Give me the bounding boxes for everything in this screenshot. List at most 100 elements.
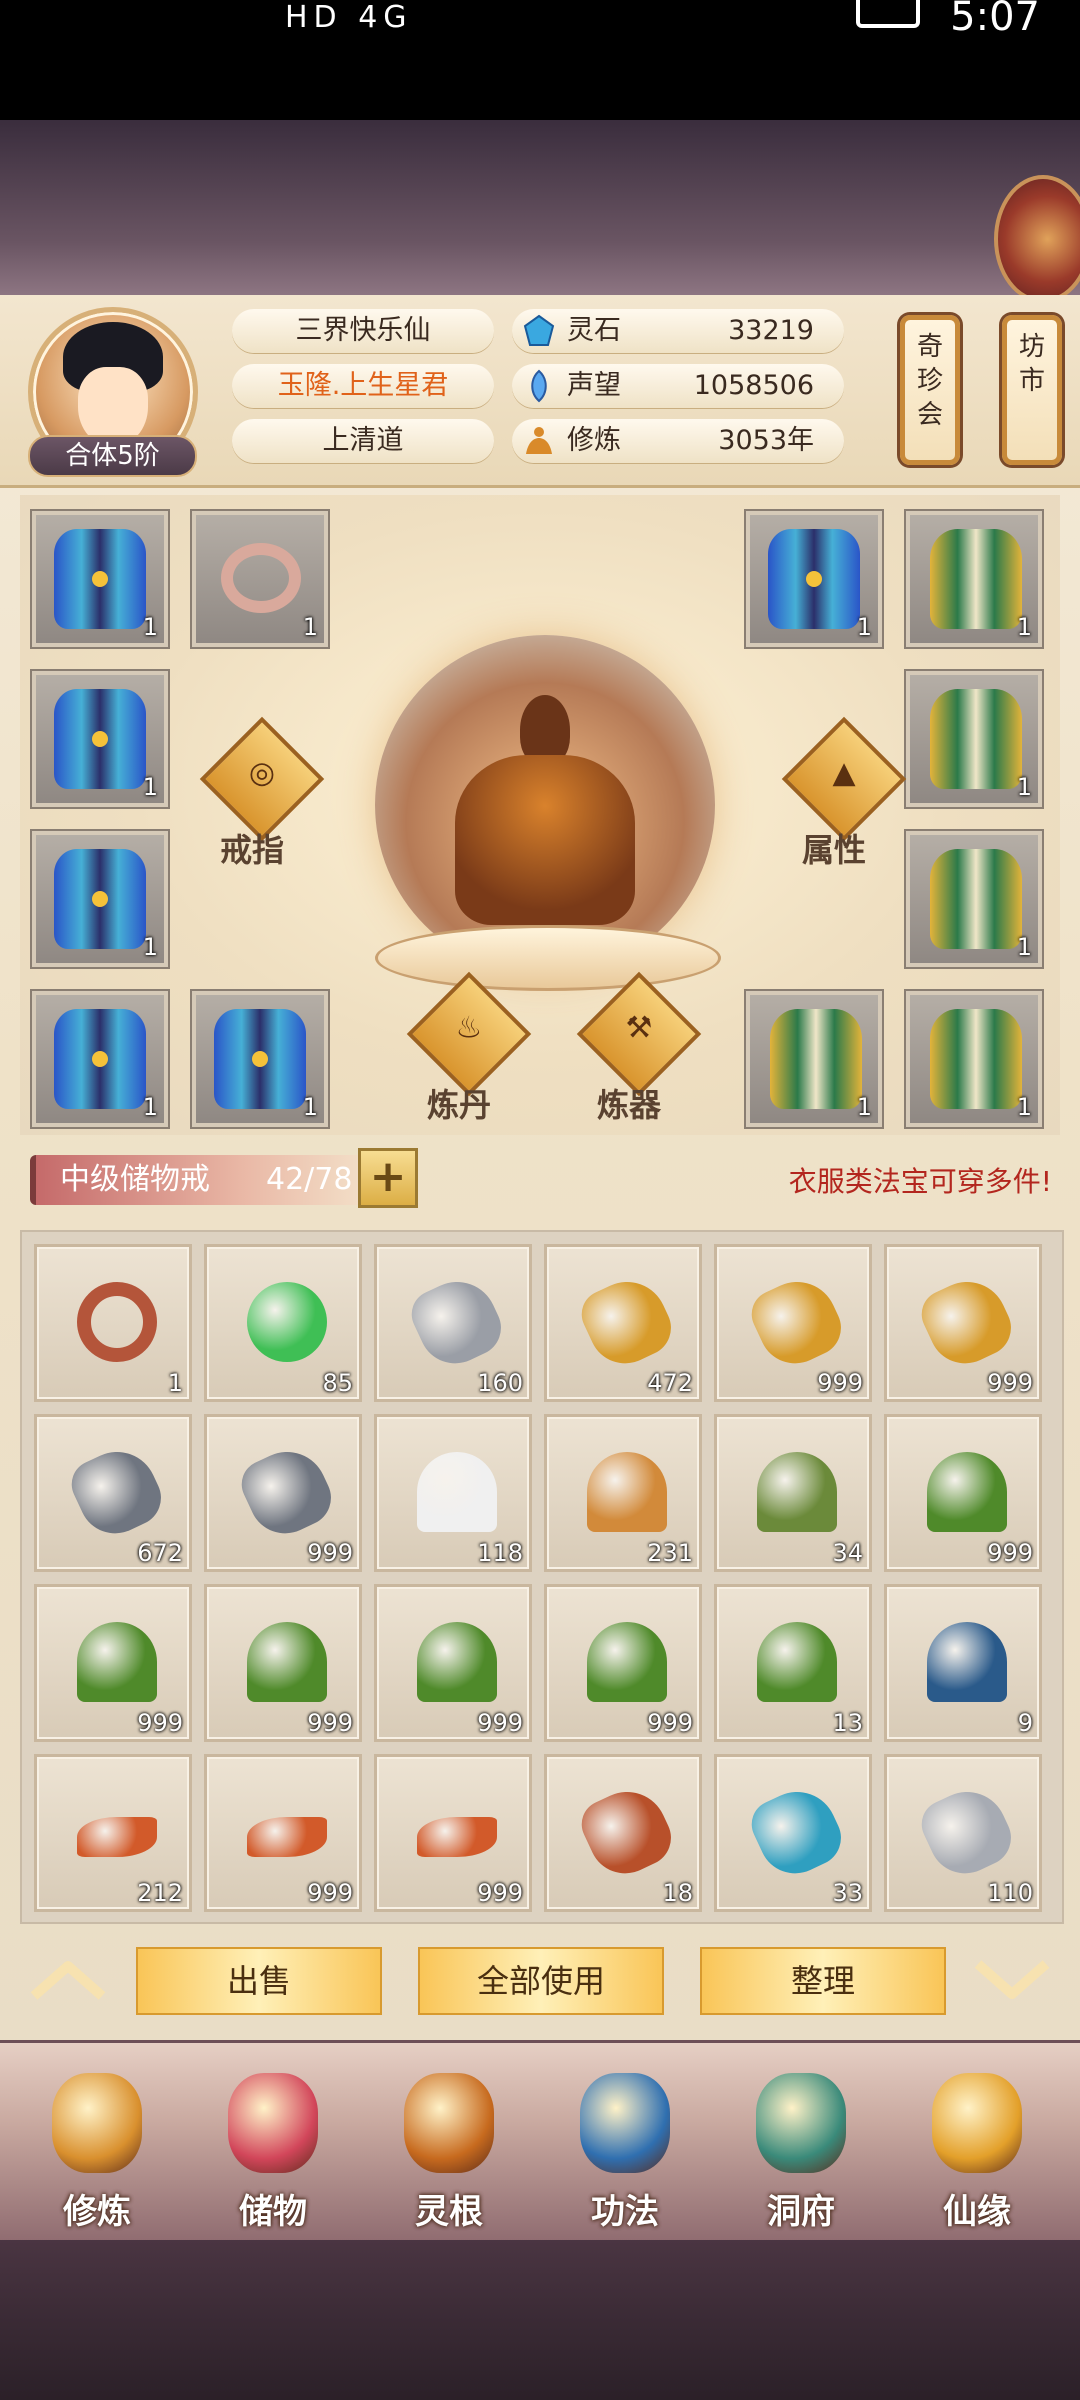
inventory-slot[interactable]: 672 (34, 1414, 192, 1572)
gold-ore-icon (743, 1268, 851, 1376)
storage-panel: 合体5阶 三界快乐仙 玉隆.上生星君 上清道 灵石 33219 声望 10585… (0, 295, 1080, 2220)
red-herb-icon (247, 1622, 327, 1702)
inventory-slot[interactable]: 9 (884, 1584, 1042, 1742)
spirit-stone-row: 灵石 33219 (512, 309, 844, 353)
inventory-slot[interactable]: 999 (34, 1584, 192, 1742)
inventory-slot[interactable]: 18 (544, 1754, 702, 1912)
item-count: 1 (1016, 773, 1032, 801)
equip-slot[interactable]: 1 (906, 991, 1042, 1127)
inventory-slot[interactable]: 999 (714, 1244, 872, 1402)
scroll-up-arrow-icon[interactable] (28, 1960, 108, 2000)
inventory-slot[interactable]: 999 (544, 1584, 702, 1742)
treasure-chest-icon[interactable] (994, 175, 1080, 303)
inventory-slot[interactable]: 999 (204, 1414, 362, 1572)
expand-storage-button[interactable]: + (358, 1148, 418, 1208)
item-count: 999 (647, 1709, 693, 1737)
player-sect: 上清道 (232, 419, 494, 463)
equip-slot[interactable]: 1 (746, 991, 882, 1127)
market-button[interactable]: 坊市 (1002, 315, 1062, 465)
storage-ring-bar: 中级储物戒 42/78 (30, 1155, 376, 1205)
alchemy-button[interactable]: ♨ 炼丹 (405, 971, 532, 1124)
item-count: 1 (142, 1093, 158, 1121)
inventory-slot[interactable]: 118 (374, 1414, 532, 1572)
inventory-slot[interactable]: 34 (714, 1414, 872, 1572)
use-all-button[interactable]: 全部使用 (418, 1947, 664, 2015)
item-count: 999 (987, 1539, 1033, 1567)
iron-ore-icon (233, 1438, 341, 1546)
equip-slot[interactable]: 1 (746, 511, 882, 647)
item-count: 160 (477, 1369, 523, 1397)
gold-ore-icon (913, 1268, 1021, 1376)
nav-label: 洞府 (767, 2192, 835, 2232)
nav-item[interactable]: 功法 (550, 2063, 700, 2233)
nav-item[interactable]: 洞府 (726, 2063, 876, 2233)
nav-label: 储物 (239, 2192, 307, 2232)
inventory-slot[interactable]: 33 (714, 1754, 872, 1912)
inventory-slot[interactable]: 999 (374, 1754, 532, 1912)
treasure-market-button[interactable]: 奇珍会 (900, 315, 960, 465)
sort-button[interactable]: 整理 (700, 1947, 946, 2015)
profile-header: 合体5阶 三界快乐仙 玉隆.上生星君 上清道 灵石 33219 声望 10585… (0, 295, 1080, 488)
inventory-slot[interactable]: 85 (204, 1244, 362, 1402)
storage-ring-name: 中级储物戒 (60, 1162, 210, 1197)
item-count: 1 (302, 1093, 318, 1121)
item-count: 18 (662, 1879, 693, 1907)
fortune-icon (932, 2073, 1022, 2173)
item-count: 999 (307, 1709, 353, 1737)
inventory-slot[interactable]: 212 (34, 1754, 192, 1912)
red-herb-icon (417, 1622, 497, 1702)
reputation-icon (531, 369, 547, 403)
spirit-stone-icon (523, 314, 555, 346)
item-count: 999 (307, 1539, 353, 1567)
red-herb-icon (587, 1622, 667, 1702)
item-count: 1 (1016, 613, 1032, 641)
cultivation-value: 3053年 (718, 425, 814, 456)
equip-slot[interactable]: 1 (32, 671, 168, 807)
robe-icon (214, 1009, 306, 1109)
nav-item[interactable]: 仙缘 (902, 2063, 1052, 2233)
cauldron-icon: ♨ (455, 1010, 483, 1046)
inventory-slot[interactable]: 472 (544, 1244, 702, 1402)
nav-item[interactable]: 灵根 (374, 2063, 524, 2233)
cave-dwelling-icon (756, 2073, 846, 2173)
equip-slot[interactable]: 1 (906, 511, 1042, 647)
item-count: 999 (307, 1879, 353, 1907)
nav-label: 仙缘 (943, 2192, 1011, 2232)
inventory-slot[interactable]: 999 (204, 1754, 362, 1912)
silver-ore-icon (403, 1268, 511, 1376)
equip-slot[interactable]: 1 (906, 671, 1042, 807)
cultivation-row: 修炼 3053年 (512, 419, 844, 463)
inventory-slot[interactable]: 160 (374, 1244, 532, 1402)
inventory-slot[interactable]: 999 (884, 1414, 1042, 1572)
meditation-icon (526, 427, 552, 454)
ring-small-icon: ◎ (248, 755, 276, 791)
item-count: 34 (832, 1539, 863, 1567)
nav-label: 功法 (591, 2192, 659, 2232)
inventory-slot[interactable]: 999 (884, 1244, 1042, 1402)
equip-slot[interactable]: 1 (32, 831, 168, 967)
equip-slot[interactable]: 1 (192, 511, 328, 647)
attributes-button[interactable]: ▲ 属性 (780, 716, 907, 869)
nav-item[interactable]: 修炼 (22, 2063, 172, 2233)
inventory-slot[interactable]: 1 (34, 1244, 192, 1402)
inventory-slot[interactable]: 999 (204, 1584, 362, 1742)
inventory-slot[interactable]: 999 (374, 1584, 532, 1742)
equip-slot[interactable]: 1 (32, 991, 168, 1127)
ring-label: 戒指 (220, 831, 285, 869)
forging-button[interactable]: ⚒ 炼器 (575, 971, 702, 1124)
item-count: 472 (647, 1369, 693, 1397)
ring-button[interactable]: ◎ 戒指 (198, 716, 325, 869)
equip-slot[interactable]: 1 (32, 511, 168, 647)
inventory-slot[interactable]: 110 (884, 1754, 1042, 1912)
equip-slot[interactable]: 1 (906, 831, 1042, 967)
ginseng-icon (587, 1452, 667, 1532)
item-count: 999 (137, 1709, 183, 1737)
inventory-slot[interactable]: 13 (714, 1584, 872, 1742)
nav-item[interactable]: 储物 (198, 2063, 348, 2233)
sell-button[interactable]: 出售 (136, 1947, 382, 2015)
equip-slot[interactable]: 1 (192, 991, 328, 1127)
armor-icon (930, 689, 1022, 789)
inventory-slot[interactable]: 231 (544, 1414, 702, 1572)
scroll-down-arrow-icon[interactable] (972, 1960, 1052, 2000)
reputation-value: 1058506 (693, 370, 814, 401)
